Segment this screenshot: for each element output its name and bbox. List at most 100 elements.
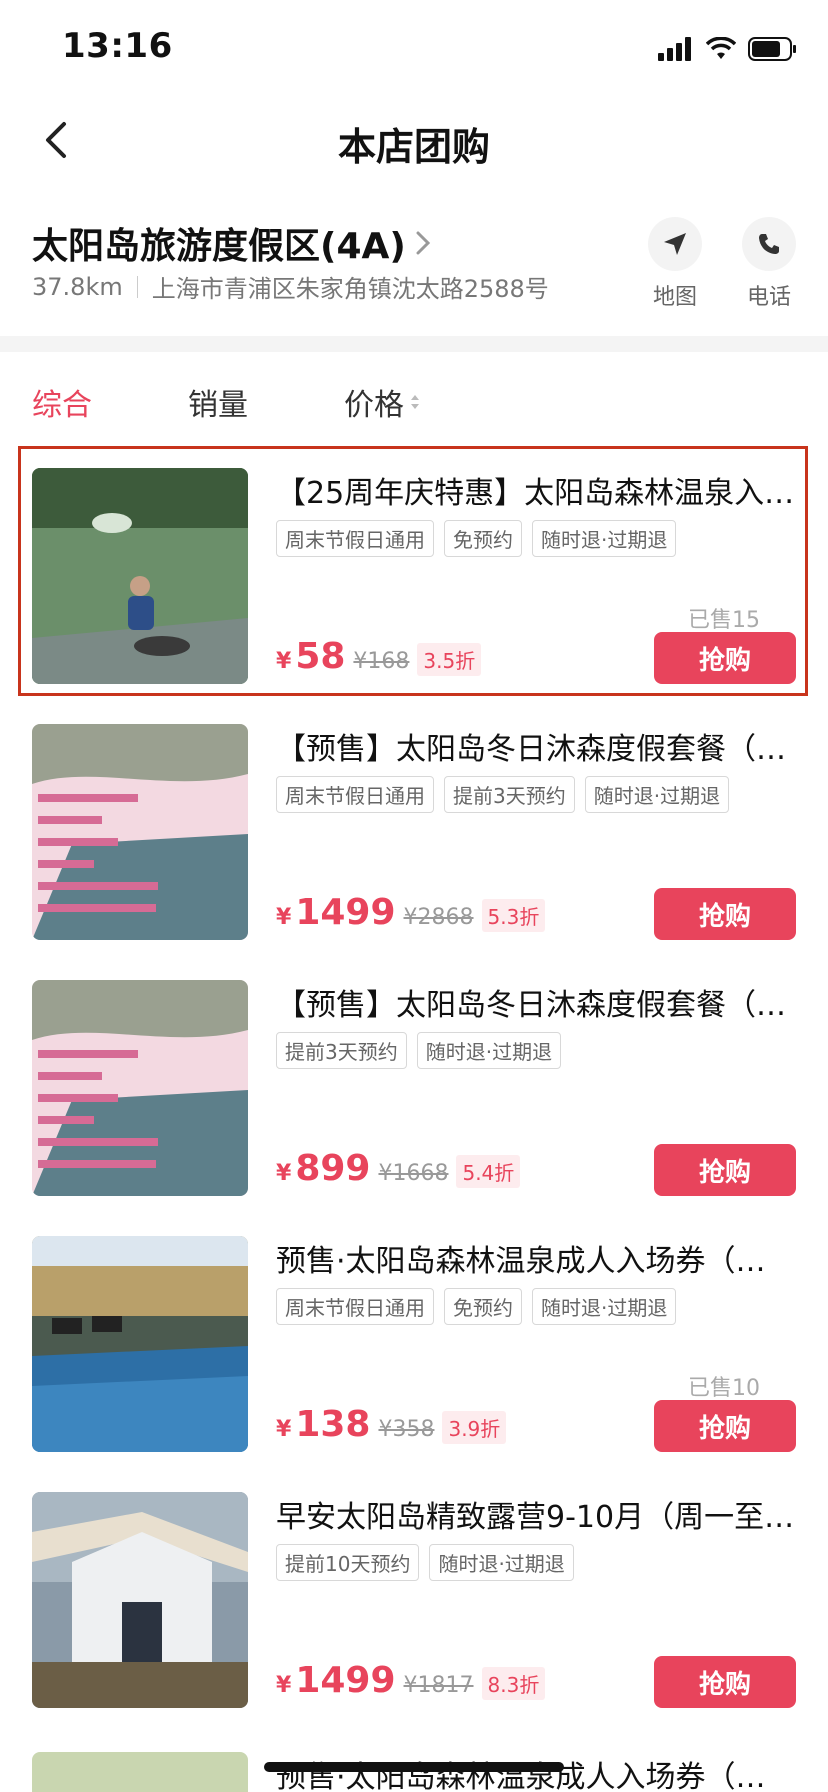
deal-thumbnail (32, 468, 248, 684)
original-price: ¥1817 (403, 1673, 474, 1698)
deal-tags: 周末节假日通用 提前3天预约 随时退·过期退 (276, 776, 730, 813)
price-row: ¥ 138 ¥358 3.9折 (276, 1404, 507, 1445)
buy-button[interactable]: 抢购 (654, 632, 796, 684)
deal-tag: 随时退·过期退 (416, 1032, 562, 1069)
battery-icon (748, 37, 796, 61)
deal-title: 预售·太阳岛森林温泉成人入场券（… (276, 1760, 766, 1792)
deal-tags: 周末节假日通用 免预约 随时退·过期退 (276, 520, 677, 557)
original-price: ¥358 (378, 1417, 435, 1442)
original-price: ¥2868 (403, 905, 474, 930)
buy-button[interactable]: 抢购 (654, 888, 796, 940)
price-row: ¥ 1499 ¥2868 5.3折 (276, 892, 546, 933)
signal-icon (658, 37, 691, 61)
currency-symbol: ¥ (276, 1417, 292, 1442)
sort-bar: 综合 销量 价格 (0, 370, 828, 430)
sort-price-label: 价格 (344, 388, 404, 423)
deal-thumbnail (32, 724, 248, 940)
buy-button[interactable]: 抢购 (654, 1656, 796, 1708)
shop-name: 太阳岛旅游度假区(4A) (32, 226, 406, 267)
deal-tag: 提前10天预约 (276, 1544, 420, 1581)
sold-count: 已售10 (688, 1376, 760, 1401)
sort-arrows-icon (411, 395, 419, 409)
deal-title: 早安太阳岛精致露营9-10月（周一至… (276, 1500, 795, 1535)
deal-price: 1499 (295, 1660, 396, 1701)
phone-button[interactable]: 电话 (734, 217, 804, 311)
discount-badge: 8.3折 (481, 1667, 546, 1700)
deal-tags: 提前3天预约 随时退·过期退 (276, 1032, 562, 1069)
deal-tag: 周末节假日通用 (276, 1288, 434, 1325)
shop-info: 太阳岛旅游度假区(4A) 37.8km 上海市青浦区朱家角镇沈太路2588号 地… (0, 205, 828, 335)
deal-thumbnail (32, 980, 248, 1196)
deal-title: 【预售】太阳岛冬日沐森度假套餐（… (276, 988, 786, 1023)
deal-title: 预售·太阳岛森林温泉成人入场券（… (276, 1244, 766, 1279)
deal-tag: 随时退·过期退 (532, 520, 677, 557)
phone-icon (759, 234, 779, 254)
deal-tags: 周末节假日通用 免预约 随时退·过期退 (276, 1288, 677, 1325)
deal-item[interactable]: 【预售】太阳岛冬日沐森度假套餐（… 周末节假日通用 提前3天预约 随时退·过期退… (0, 696, 828, 952)
price-row: ¥ 1499 ¥1817 8.3折 (276, 1660, 546, 1701)
currency-symbol: ¥ (276, 905, 292, 930)
sort-sales[interactable]: 销量 (188, 380, 248, 424)
status-bar: 13:16 (0, 0, 828, 100)
deal-thumbnail (32, 1752, 248, 1792)
discount-badge: 3.9折 (442, 1411, 507, 1444)
map-button[interactable]: 地图 (640, 217, 710, 311)
original-price: ¥168 (353, 649, 410, 674)
currency-symbol: ¥ (276, 1161, 292, 1186)
buy-button[interactable]: 抢购 (654, 1400, 796, 1452)
page-title: 本店团购 (337, 125, 490, 169)
sort-sales-label: 销量 (188, 388, 248, 423)
navigation-arrow-icon (664, 233, 686, 255)
sort-comprehensive-label: 综合 (32, 388, 92, 423)
price-row: ¥ 58 ¥168 3.5折 (276, 636, 482, 677)
home-indicator[interactable] (264, 1762, 564, 1772)
buy-button[interactable]: 抢购 (654, 1144, 796, 1196)
deal-tag: 周末节假日通用 (276, 776, 434, 813)
sold-count: 已售15 (688, 608, 760, 633)
map-icon-circle (648, 217, 702, 271)
phone-label: 电话 (746, 285, 791, 310)
deal-title: 【预售】太阳岛冬日沐森度假套餐（… (276, 732, 786, 767)
deal-item[interactable]: 【25周年庆特惠】太阳岛森林温泉入… 周末节假日通用 免预约 随时退·过期退 已… (0, 440, 828, 696)
deal-tags: 提前10天预约 随时退·过期退 (276, 1544, 574, 1581)
shop-distance: 37.8km (32, 272, 123, 301)
deal-tag: 随时退·过期退 (584, 776, 730, 813)
deal-price: 899 (295, 1148, 371, 1189)
phone-icon-circle (742, 217, 796, 271)
deal-tag: 免预约 (444, 520, 522, 557)
deal-price: 138 (295, 1404, 371, 1445)
deal-item[interactable]: 预售·太阳岛森林温泉成人入场券（… 周末节假日通用 免预约 随时退·过期退 已售… (0, 1208, 828, 1464)
map-label: 地图 (652, 285, 697, 310)
deal-thumbnail (32, 1492, 248, 1708)
deal-item[interactable]: 【预售】太阳岛冬日沐森度假套餐（… 提前3天预约 随时退·过期退 ¥ 899 ¥… (0, 952, 828, 1208)
deal-tag: 免预约 (444, 1288, 522, 1325)
deal-thumbnail (32, 1236, 248, 1452)
wifi-icon (706, 37, 736, 59)
currency-symbol: ¥ (276, 1673, 292, 1698)
section-divider (0, 336, 828, 352)
deal-tag: 随时退·过期退 (429, 1544, 574, 1581)
original-price: ¥1668 (378, 1161, 449, 1186)
discount-badge: 5.4折 (456, 1155, 521, 1188)
currency-symbol: ¥ (276, 649, 292, 674)
shop-name-link[interactable]: 太阳岛旅游度假区(4A) (32, 217, 432, 269)
divider (136, 275, 138, 298)
nav-bar: 本店团购 (0, 100, 828, 180)
deal-tag: 随时退·过期退 (532, 1288, 677, 1325)
shop-location: 37.8km 上海市青浦区朱家角镇沈太路2588号 (32, 269, 549, 304)
sort-comprehensive[interactable]: 综合 (32, 380, 92, 424)
deal-price: 1499 (295, 892, 396, 933)
deal-item[interactable]: 早安太阳岛精致露营9-10月（周一至… 提前10天预约 随时退·过期退 ¥ 14… (0, 1464, 828, 1720)
sort-price[interactable]: 价格 (344, 380, 420, 424)
deal-title: 【25周年庆特惠】太阳岛森林温泉入… (276, 476, 795, 511)
chevron-right-icon (416, 231, 430, 255)
price-row: ¥ 899 ¥1668 5.4折 (276, 1148, 521, 1189)
deal-price: 58 (295, 636, 346, 677)
deal-tag: 提前3天预约 (276, 1032, 407, 1069)
discount-badge: 5.3折 (481, 899, 546, 932)
shop-address: 上海市青浦区朱家角镇沈太路2588号 (151, 275, 549, 303)
status-icons (658, 34, 798, 64)
status-time: 13:16 (62, 26, 173, 66)
deal-item-partial[interactable]: 预售·太阳岛森林温泉成人入场券（… (0, 1752, 828, 1792)
deal-tag: 周末节假日通用 (276, 520, 434, 557)
